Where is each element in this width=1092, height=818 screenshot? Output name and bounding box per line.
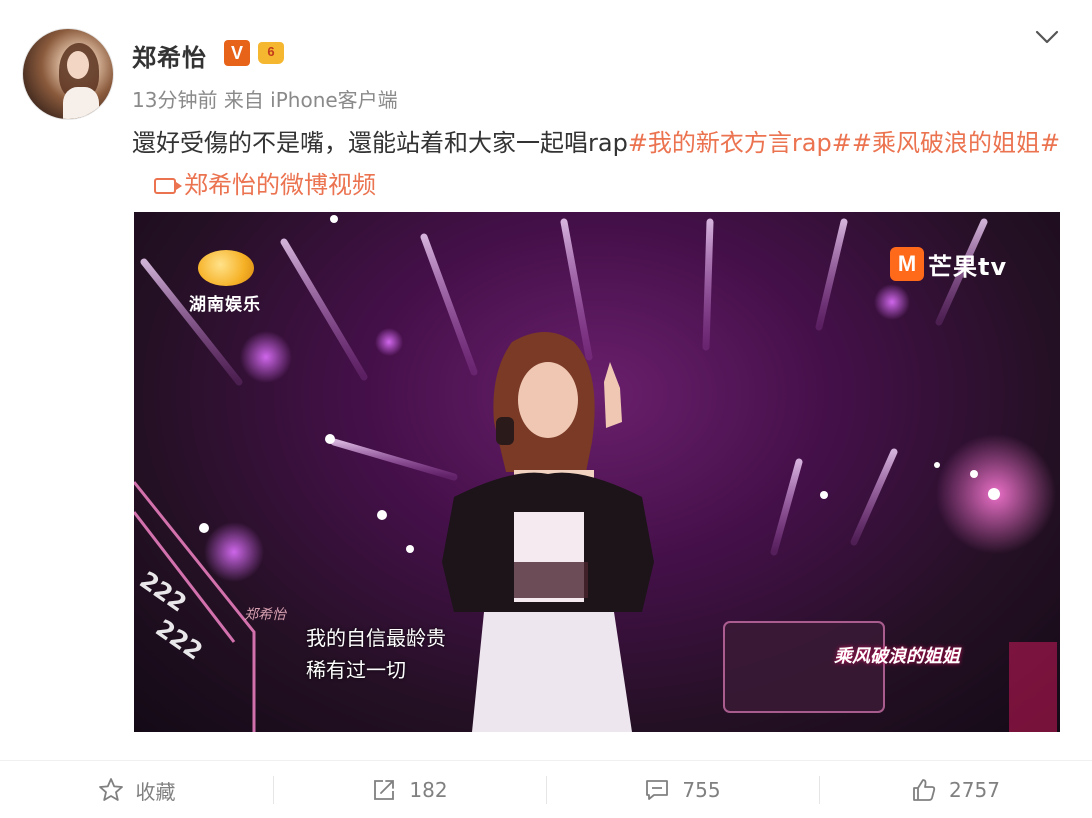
video-link-label: 郑希怡的微博视频: [184, 171, 376, 199]
favorite-button[interactable]: 收藏: [0, 762, 273, 818]
post-time[interactable]: 13分钟前: [132, 88, 217, 112]
video-subtitle: 我的自信最龄贵 稀有过一切: [306, 622, 446, 686]
platform-logo-text: 芒果tv: [928, 252, 1008, 281]
post-text: 還好受傷的不是嘴，還能站着和大家一起唱rap#我的新衣方言rap##乘风破浪的姐…: [132, 122, 1062, 206]
like-button[interactable]: 2757: [819, 762, 1092, 818]
post-source: iPhone客户端: [270, 88, 398, 112]
platform-logo-mark: M: [890, 247, 924, 281]
comment-button[interactable]: 755: [546, 762, 819, 818]
post-meta: 13分钟前 来自 iPhone客户端: [132, 84, 398, 113]
post-text-main: 還好受傷的不是嘴，還能站着和大家一起唱rap: [132, 129, 628, 157]
level-badge-number: 6: [267, 44, 275, 59]
verified-badge: V: [224, 40, 250, 66]
channel-logo: 湖南娱乐: [180, 250, 270, 315]
show-logo: 乘风破浪的姐姐: [834, 646, 960, 667]
subtitle-line: 我的自信最龄贵: [306, 626, 446, 650]
like-count: 2757: [949, 778, 1000, 802]
level-badge: 6: [256, 40, 286, 66]
star-icon: [98, 778, 123, 801]
video-player[interactable]: 222 222 湖南娱乐 M 芒果tv 郑希怡 我的自信最龄贵 稀有过一切 乘风…: [134, 212, 1060, 732]
action-bar-divider: [0, 760, 1092, 761]
hashtag-link[interactable]: #乘风破浪的姐姐#: [852, 129, 1060, 157]
channel-logo-text: 湖南娱乐: [189, 295, 261, 315]
favorite-label: 收藏: [135, 779, 176, 804]
platform-logo: M 芒果tv: [890, 246, 1007, 282]
avatar[interactable]: [22, 28, 114, 120]
chevron-down-icon[interactable]: [1034, 26, 1060, 48]
subtitle-line: 稀有过一切: [306, 658, 406, 682]
performer-name-caption: 郑希怡: [244, 607, 286, 623]
thumbs-up-icon: [913, 779, 936, 801]
hashtag-link[interactable]: #我的新衣方言rap#: [628, 129, 852, 157]
svg-text:222: 222: [151, 614, 208, 666]
video-icon: [154, 178, 182, 194]
author-name[interactable]: 郑希怡: [132, 38, 207, 73]
repost-icon: [374, 780, 395, 800]
post-source-prefix: 来自: [223, 88, 264, 112]
video-link[interactable]: 郑希怡的微博视频: [154, 171, 376, 199]
action-bar: 收藏 182 755 2757: [0, 762, 1092, 818]
comment-icon: [646, 780, 669, 800]
comment-count: 755: [682, 778, 721, 802]
repost-button[interactable]: 182: [273, 762, 546, 818]
repost-count: 182: [409, 778, 448, 802]
weibo-post-card: 郑希怡 V 6 13分钟前 来自 iPhone客户端 還好受傷的不是嘴，還能站着…: [0, 0, 1092, 818]
